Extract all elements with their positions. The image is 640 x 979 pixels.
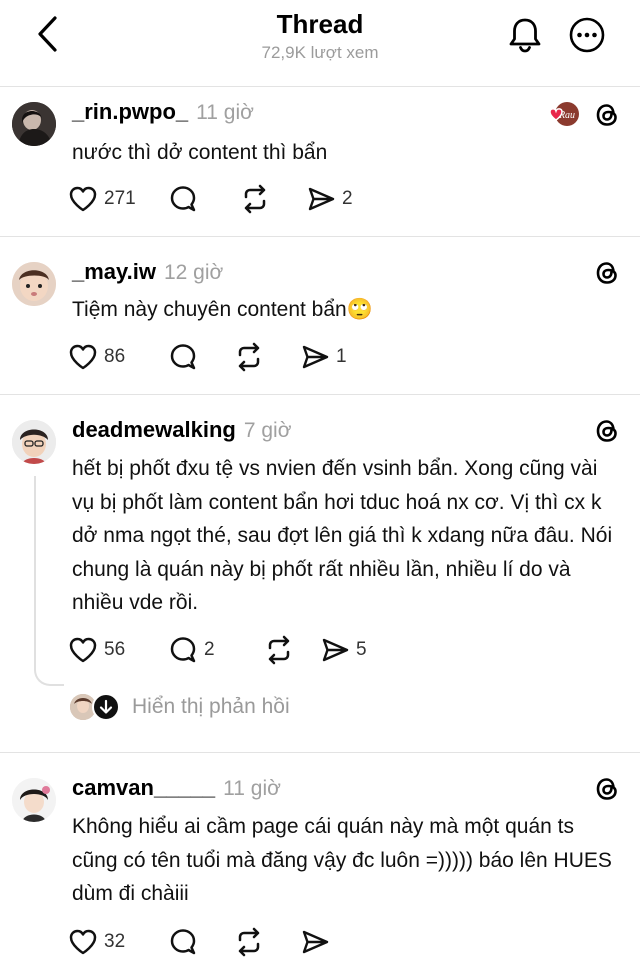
bell-icon bbox=[509, 18, 541, 53]
comment-icon bbox=[170, 929, 196, 955]
thread-connector-line bbox=[34, 476, 36, 666]
action-bar: 86 1 bbox=[68, 340, 347, 374]
comment-icon bbox=[170, 637, 196, 663]
like-count: 86 bbox=[104, 346, 126, 367]
heart-icon bbox=[69, 186, 97, 212]
comment-icon bbox=[170, 186, 196, 212]
reply-post: _rin.pwpo_ 11 giờ Rau nước thì dở content… bbox=[0, 86, 640, 236]
repost-icon bbox=[268, 635, 290, 665]
username[interactable]: _may.iw bbox=[72, 259, 156, 284]
post-time: 11 giờ bbox=[223, 777, 281, 800]
comment-count: 2 bbox=[204, 639, 215, 660]
post-time: 7 giờ bbox=[243, 419, 292, 442]
like-count: 32 bbox=[104, 931, 126, 952]
username[interactable]: _rin.pwpo_ bbox=[72, 99, 188, 124]
repost-icon bbox=[238, 927, 260, 957]
repost-button[interactable] bbox=[240, 182, 306, 216]
post-text: Tiệm này chuyên content bẩn bbox=[72, 298, 347, 321]
share-button[interactable]: 1 bbox=[300, 340, 347, 374]
post-text: hết bị phốt đxu tệ vs nvien đến vsinh bẩ… bbox=[72, 457, 613, 614]
thread-connector-curve bbox=[34, 666, 64, 686]
avatar[interactable] bbox=[12, 102, 56, 146]
share-button[interactable]: 2 bbox=[306, 182, 353, 216]
share-count: 1 bbox=[336, 346, 347, 367]
send-icon bbox=[302, 930, 329, 954]
username[interactable]: deadmewalking bbox=[72, 417, 236, 442]
repost-icon bbox=[244, 184, 266, 214]
share-button[interactable]: 5 bbox=[320, 633, 367, 667]
like-button[interactable]: 56 bbox=[68, 633, 168, 667]
eye-roll-emoji: 🙄 bbox=[346, 298, 373, 321]
arrow-down-icon bbox=[92, 693, 120, 721]
reply-post: camvan_____ 11 giờ Không hiểu ai cầm page… bbox=[0, 752, 640, 979]
top-bar: Thread 72,9K lượt xem bbox=[0, 0, 640, 86]
avatar[interactable] bbox=[12, 420, 56, 464]
more-options-button[interactable] bbox=[566, 14, 608, 56]
action-bar: 32 bbox=[68, 925, 330, 959]
post-text: nước thì dở content thì bẩn bbox=[72, 141, 328, 164]
reply-post: _may.iw 12 giờ Tiệm này chuyên content bẩ… bbox=[0, 236, 640, 394]
post-time: 11 giờ bbox=[196, 101, 254, 124]
share-button[interactable] bbox=[300, 925, 330, 959]
like-button[interactable]: 271 bbox=[68, 182, 168, 216]
threads-logo-icon[interactable] bbox=[592, 258, 622, 288]
repost-button[interactable] bbox=[264, 633, 320, 667]
show-replies-label: Hiển thị phản hồi bbox=[132, 695, 290, 718]
avatar[interactable] bbox=[12, 262, 56, 306]
show-replies-button[interactable]: Hiển thị phản hồi bbox=[70, 692, 290, 722]
send-icon bbox=[308, 187, 335, 211]
like-count: 56 bbox=[104, 639, 126, 660]
heart-icon bbox=[69, 929, 97, 955]
send-icon bbox=[322, 638, 349, 662]
more-icon bbox=[569, 17, 605, 53]
notifications-button[interactable] bbox=[504, 14, 546, 56]
share-count: 5 bbox=[356, 639, 367, 660]
post-text: Không hiểu ai cầm page cái quán này mà m… bbox=[72, 815, 612, 905]
action-bar: 271 2 bbox=[68, 182, 353, 216]
like-button[interactable]: 86 bbox=[68, 340, 168, 374]
heart-icon bbox=[69, 344, 97, 370]
post-time: 12 giờ bbox=[163, 261, 224, 284]
avatar[interactable] bbox=[12, 778, 56, 822]
like-button[interactable]: 32 bbox=[68, 925, 168, 959]
heart-icon bbox=[69, 637, 97, 663]
repost-button[interactable] bbox=[234, 925, 300, 959]
comment-button[interactable] bbox=[168, 340, 234, 374]
repost-icon bbox=[238, 342, 260, 372]
action-bar: 56 2 5 bbox=[68, 633, 367, 667]
comment-button[interactable] bbox=[168, 182, 240, 216]
username[interactable]: camvan_____ bbox=[72, 775, 215, 800]
comment-button[interactable] bbox=[168, 925, 234, 959]
comment-button[interactable]: 2 bbox=[168, 633, 264, 667]
threads-logo-icon[interactable] bbox=[592, 416, 622, 446]
repost-button[interactable] bbox=[234, 340, 300, 374]
like-count: 271 bbox=[104, 188, 136, 209]
liked-by-author-badge: Rau bbox=[542, 100, 580, 130]
share-count: 2 bbox=[342, 188, 353, 209]
reply-post: deadmewalking 7 giờ hết bị phốt đxu tệ vs… bbox=[0, 394, 640, 752]
send-icon bbox=[302, 345, 329, 369]
threads-logo-icon[interactable] bbox=[592, 100, 622, 130]
comment-icon bbox=[170, 344, 196, 370]
threads-logo-icon[interactable] bbox=[592, 774, 622, 804]
